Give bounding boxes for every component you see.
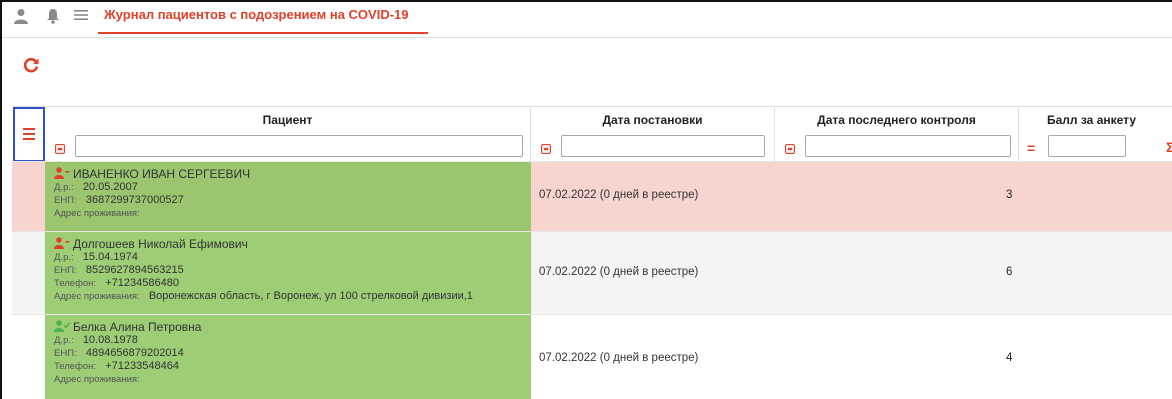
patient-name: Долгошеев Николай Ефимович [73, 237, 248, 251]
menu-bar [23, 138, 35, 140]
col-date-added: Дата постановки [531, 107, 775, 162]
enp-label: ЕНП: [54, 195, 77, 206]
user-alert-icon [54, 167, 70, 179]
col-date-added-title[interactable]: Дата постановки [531, 113, 774, 127]
patient-enp: 3687299737000527 [85, 194, 184, 206]
user-alert-icon [54, 237, 70, 249]
enp-label: ЕНП: [54, 348, 77, 359]
table-row[interactable]: ИВАНЕНКО ИВАН СЕРГЕЕВИЧ Д.р.: 20.05.2007… [12, 161, 1172, 231]
refresh-icon[interactable] [22, 56, 44, 78]
column-menu-button[interactable] [13, 107, 45, 162]
patient-name-line: Белка Алина Петровна [54, 320, 531, 334]
patient-name-line: Долгошеев Николай Ефимович [54, 237, 531, 251]
patients-grid: Пациент Дата постановки Дата последнего … [12, 106, 1172, 399]
patient-enp-line: ЕНП: 8529627894563215 [54, 264, 531, 277]
address-label: Адрес проживания: [54, 291, 140, 302]
row-selector[interactable] [12, 162, 45, 231]
score-cell: 3 [1006, 189, 1013, 201]
grid-header: Пациент Дата постановки Дата последнего … [12, 106, 1172, 162]
row-selector[interactable] [12, 232, 45, 314]
dob-label: Д.р.: [54, 335, 74, 346]
menu-bar [23, 133, 35, 135]
patient-dob: 10.08.1978 [82, 334, 138, 346]
app-window: Журнал пациентов с подозрением на COVID-… [0, 0, 1172, 399]
patient-dob: 15.04.1974 [82, 251, 138, 263]
col-patient: Пациент [45, 107, 531, 162]
patient-enp-line: ЕНП: 3687299737000527 [54, 194, 531, 207]
col-patient-title[interactable]: Пациент [45, 113, 530, 127]
score-filter-input[interactable] [1048, 135, 1126, 157]
score-cell: 4 [1006, 352, 1013, 364]
patient-name: Белка Алина Петровна [73, 320, 202, 334]
menu-icon[interactable] [72, 8, 90, 26]
patient-cell[interactable]: Белка Алина Петровна Д.р.: 10.08.1978 ЕН… [45, 315, 531, 399]
patient-name-line: ИВАНЕНКО ИВАН СЕРГЕЕВИЧ [54, 167, 531, 181]
user-icon[interactable] [12, 8, 30, 26]
patient-phone-line: Телефон: +71233548464 [54, 360, 531, 373]
filter-icon[interactable] [785, 144, 795, 154]
patient-name: ИВАНЕНКО ИВАН СЕРГЕЕВИЧ [73, 167, 251, 181]
patient-phone: +71234586480 [105, 277, 179, 289]
patient-cell[interactable]: ИВАНЕНКО ИВАН СЕРГЕЕВИЧ Д.р.: 20.05.2007… [45, 162, 531, 231]
patient-phone-line: Телефон: +71234586480 [54, 277, 531, 290]
last-control-filter-input[interactable] [805, 135, 1011, 157]
date-added-cell: 07.02.2022 (0 дней в реестре) [539, 352, 699, 364]
address-label: Адрес проживания: [54, 208, 140, 219]
patient-enp-line: ЕНП: 4894656879202014 [54, 347, 531, 360]
patient-address-line: Адрес проживания: Воронежская область, г… [54, 290, 531, 303]
filter-icon[interactable] [541, 144, 551, 154]
patient-enp: 8529627894563215 [85, 264, 184, 276]
patient-address: Воронежская область, г Воронеж, ул 100 с… [148, 290, 473, 302]
score-cell: 6 [1006, 266, 1013, 278]
bell-icon[interactable] [44, 8, 62, 26]
operator-equals-icon[interactable]: = [1027, 140, 1035, 156]
patient-dob-line: Д.р.: 20.05.2007 [54, 181, 531, 194]
patient-enp: 4894656879202014 [85, 347, 184, 359]
phone-label: Телефон: [54, 278, 97, 289]
menu-bar [23, 128, 35, 130]
page-title-tab[interactable]: Журнал пациентов с подозрением на COVID-… [98, 6, 428, 34]
patient-address-line: Адрес проживания: [54, 373, 531, 386]
top-bar: Журнал пациентов с подозрением на COVID-… [2, 2, 1172, 38]
date-added-cell: 07.02.2022 (0 дней в реестре) [539, 266, 699, 278]
table-row[interactable]: Долгошеев Николай Ефимович Д.р.: 15.04.1… [12, 231, 1172, 314]
col-last-control-title[interactable]: Дата последнего контроля [775, 113, 1018, 127]
patient-cell[interactable]: Долгошеев Николай Ефимович Д.р.: 15.04.1… [45, 232, 531, 314]
date-added-filter-input[interactable] [561, 135, 765, 157]
patient-filter-input[interactable] [75, 135, 523, 157]
sigma-icon[interactable]: Σ [1166, 139, 1172, 155]
col-last-control: Дата последнего контроля [775, 107, 1019, 162]
patient-address-line: Адрес проживания: [54, 207, 531, 220]
enp-label: ЕНП: [54, 265, 77, 276]
user-check-icon [54, 320, 71, 332]
address-label: Адрес проживания: [54, 374, 140, 385]
col-score: Балл за анкету = Σ [1019, 107, 1172, 162]
col-score-title[interactable]: Балл за анкету [1019, 113, 1164, 127]
patient-dob-line: Д.р.: 15.04.1974 [54, 251, 531, 264]
patient-dob: 20.05.2007 [82, 181, 138, 193]
date-added-cell: 07.02.2022 (0 дней в реестре) [539, 189, 699, 201]
dob-label: Д.р.: [54, 252, 74, 263]
patient-phone: +71233548464 [105, 360, 179, 372]
row-selector[interactable] [12, 315, 45, 399]
table-row[interactable]: Белка Алина Петровна Д.р.: 10.08.1978 ЕН… [12, 314, 1172, 399]
dob-label: Д.р.: [54, 182, 74, 193]
filter-icon[interactable] [55, 144, 65, 154]
patient-dob-line: Д.р.: 10.08.1978 [54, 334, 531, 347]
phone-label: Телефон: [54, 361, 97, 372]
